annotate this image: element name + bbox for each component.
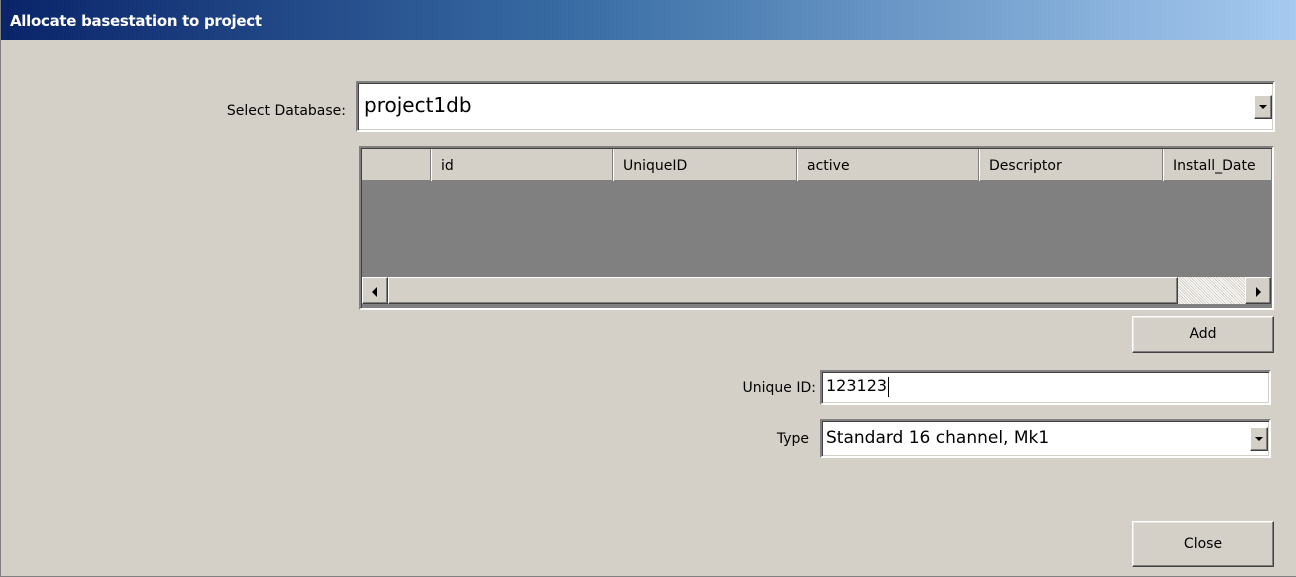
- scroll-thumb[interactable]: [388, 277, 1178, 304]
- database-select-value: project1db: [364, 93, 472, 117]
- arrow-right-icon: [1256, 287, 1261, 297]
- text-cursor: [888, 376, 890, 397]
- grid-header: id UniqueID active Descriptor Install_Da…: [362, 149, 1271, 181]
- type-select[interactable]: Standard 16 channel, Mk1: [820, 419, 1271, 458]
- type-label: Type: [776, 431, 809, 447]
- arrow-left-icon: [372, 287, 377, 297]
- title-bar[interactable]: Allocate basestation to project: [1, 0, 1296, 40]
- scroll-right-button[interactable]: [1245, 277, 1271, 304]
- dialog-window: Allocate basestation to project Select D…: [0, 0, 1296, 577]
- column-header-install-date[interactable]: Install_Date: [1163, 149, 1272, 181]
- basestation-grid[interactable]: id UniqueID active Descriptor Install_Da…: [359, 146, 1274, 310]
- horizontal-scrollbar[interactable]: [362, 277, 1271, 304]
- grid-body[interactable]: [362, 182, 1271, 277]
- window-title: Allocate basestation to project: [10, 12, 262, 30]
- scroll-left-button[interactable]: [362, 277, 388, 304]
- grid-row-selector-header: [362, 149, 431, 181]
- database-dropdown-button[interactable]: [1254, 95, 1272, 119]
- column-header-descriptor[interactable]: Descriptor: [979, 149, 1163, 181]
- chevron-down-icon: [1255, 437, 1263, 441]
- chevron-down-icon: [1259, 105, 1267, 109]
- column-header-active[interactable]: active: [797, 149, 979, 181]
- type-select-value: Standard 16 channel, Mk1: [826, 428, 1050, 448]
- type-dropdown-button[interactable]: [1250, 427, 1268, 451]
- add-button[interactable]: Add: [1132, 316, 1274, 353]
- unique-id-label: Unique ID:: [742, 380, 816, 396]
- unique-id-value: 123123: [826, 376, 890, 397]
- select-database-label: Select Database:: [226, 103, 346, 119]
- unique-id-input[interactable]: 123123: [820, 370, 1271, 405]
- close-button[interactable]: Close: [1132, 521, 1274, 567]
- database-select[interactable]: project1db: [356, 81, 1275, 132]
- column-header-uniqueid[interactable]: UniqueID: [613, 149, 797, 181]
- column-header-id[interactable]: id: [431, 149, 613, 181]
